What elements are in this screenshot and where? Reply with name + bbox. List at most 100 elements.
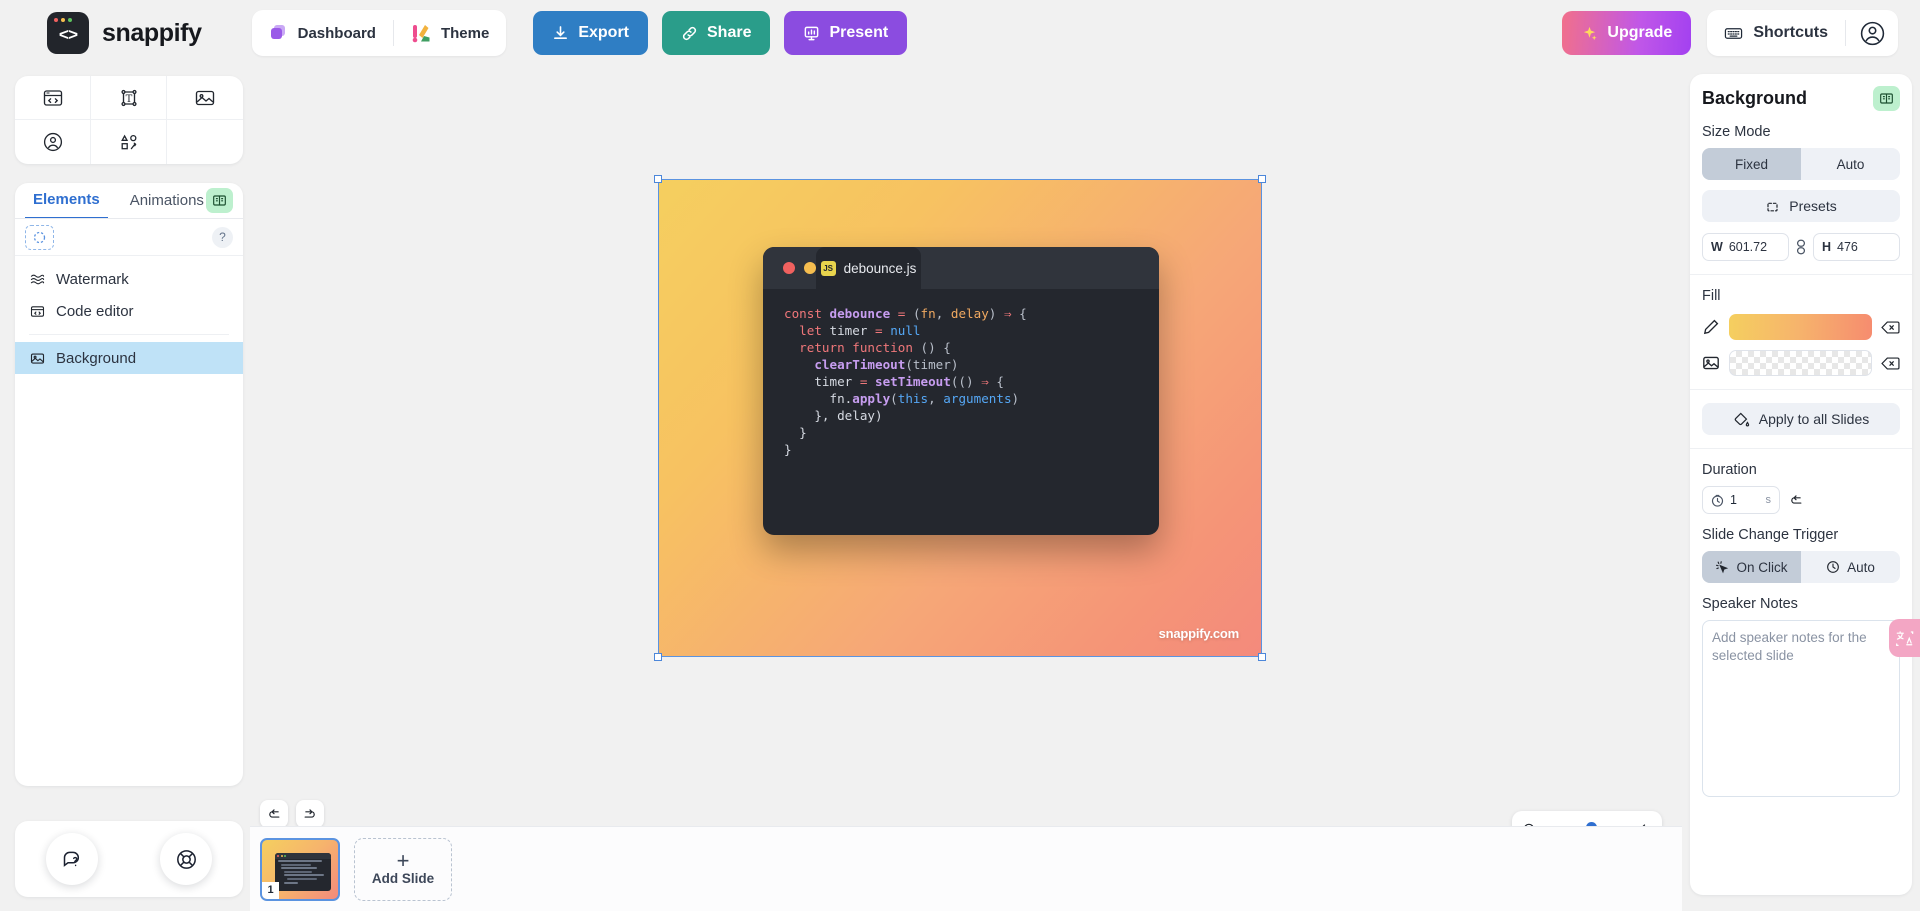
panel-library-button[interactable] [1873, 86, 1900, 111]
presentation-icon [803, 25, 820, 42]
thumbnail-preview [275, 852, 331, 891]
fill-image-swatch[interactable] [1729, 350, 1872, 376]
theme-button[interactable]: Theme [394, 10, 506, 56]
height-label: H [1822, 240, 1832, 254]
slide-watermark: snappify.com [1158, 626, 1240, 641]
undo-button[interactable] [260, 800, 288, 828]
presets-label: Presets [1789, 198, 1837, 214]
code-line: }, delay) [784, 407, 883, 423]
library-book-button[interactable] [206, 188, 233, 213]
image-icon [30, 351, 45, 366]
size-mode-auto[interactable]: Auto [1801, 148, 1900, 180]
width-label: W [1711, 240, 1723, 254]
shapes-tool[interactable] [91, 120, 167, 164]
shortcuts-button[interactable]: Shortcuts [1707, 10, 1845, 56]
support-fab[interactable] [160, 833, 212, 885]
fill-gradient-swatch[interactable] [1729, 314, 1872, 340]
code-line: return function () { [784, 339, 951, 355]
translate-widget-button[interactable] [1889, 619, 1920, 657]
shortcuts-label: Shortcuts [1753, 24, 1828, 41]
present-label: Present [829, 24, 889, 41]
width-input[interactable]: W 601.72 [1702, 233, 1789, 261]
code-content[interactable]: const debounce = (fn, delay) ⇒ { let tim… [763, 289, 1159, 458]
select-placeholder-button[interactable] [25, 224, 54, 250]
export-label: Export [578, 24, 629, 41]
element-item-background[interactable]: Background [15, 342, 243, 374]
element-item-code-editor[interactable]: Code editor [15, 295, 243, 327]
right-sidebar: Background Size Mode Fixed Auto Presets [1682, 66, 1920, 911]
shapes-icon [118, 131, 140, 153]
slide-thumbnail-1[interactable]: 1 [260, 837, 340, 901]
sparkle-icon [1581, 25, 1598, 42]
export-button[interactable]: Export [533, 11, 648, 55]
account-button[interactable] [1846, 10, 1898, 56]
js-file-icon: JS [820, 260, 836, 276]
present-button[interactable]: Present [784, 11, 908, 55]
panel-header: Background [1702, 86, 1900, 111]
element-item-watermark[interactable]: Watermark [15, 263, 243, 295]
code-window[interactable]: JS debounce.js const debounce = (fn, del… [763, 247, 1159, 535]
duration-unit: s [1765, 494, 1772, 506]
fill-label: Fill [1702, 288, 1721, 304]
clear-image-button[interactable] [1881, 356, 1900, 371]
element-label: Watermark [56, 270, 129, 288]
trigger-on-click[interactable]: On Click [1702, 551, 1801, 583]
window-code-icon [30, 304, 45, 319]
duration-input[interactable]: 1 s [1702, 486, 1780, 514]
code-line: fn.apply(this, arguments) [784, 390, 1020, 406]
speaker-notes-input[interactable] [1702, 620, 1900, 797]
duration-reset-button[interactable] [1789, 493, 1803, 507]
slide-canvas[interactable]: JS debounce.js const debounce = (fn, del… [659, 180, 1261, 656]
tab-elements[interactable]: Elements [25, 183, 108, 219]
window-code-icon [42, 87, 64, 109]
resize-handle-top-right[interactable] [1258, 175, 1266, 183]
file-tab[interactable]: JS debounce.js [816, 247, 921, 289]
code-line: } [784, 441, 792, 457]
dashboard-button[interactable]: Dashboard [252, 10, 393, 56]
canvas-area[interactable]: JS debounce.js const debounce = (fn, del… [250, 66, 1682, 911]
brand-name: snappify [102, 18, 202, 47]
share-button[interactable]: Share [662, 11, 771, 55]
upgrade-button[interactable]: Upgrade [1562, 11, 1692, 55]
size-mode-label: Size Mode [1702, 124, 1771, 140]
question-mark-icon: ? [219, 230, 226, 244]
resize-handle-bottom-right[interactable] [1258, 653, 1266, 661]
fill-image-row [1702, 350, 1900, 376]
pencil-icon[interactable] [1702, 318, 1720, 336]
resize-handle-top-left[interactable] [654, 175, 662, 183]
elements-toolbar: ? [15, 219, 243, 256]
clear-fill-button[interactable] [1881, 320, 1900, 335]
thumbnail-titlebar [275, 852, 331, 859]
add-slide-button[interactable]: + Add Slide [354, 837, 452, 901]
user-circle-icon [1859, 20, 1886, 47]
link-icon [681, 25, 698, 42]
trigger-auto[interactable]: Auto [1801, 551, 1900, 583]
text-tool[interactable]: T [91, 76, 167, 120]
upgrade-label: Upgrade [1607, 24, 1673, 41]
help-chat-fab[interactable] [46, 833, 98, 885]
tabs-underline [15, 218, 243, 219]
presets-button[interactable]: Presets [1702, 190, 1900, 222]
code-line: const debounce = (fn, delay) ⇒ { [784, 306, 1027, 321]
height-input[interactable]: H 476 [1813, 233, 1900, 261]
apply-to-all-slides-button[interactable]: Apply to all Slides [1702, 403, 1900, 435]
duration-label: Duration [1702, 462, 1757, 478]
code-editor-tool[interactable] [15, 76, 91, 120]
help-button[interactable]: ? [212, 226, 233, 248]
tab-animations[interactable]: Animations [122, 184, 212, 218]
top-right-group: Upgrade Shortcuts [1562, 10, 1898, 56]
slide-selection[interactable]: JS debounce.js const debounce = (fn, del… [654, 175, 1266, 661]
dashed-circle-icon [33, 231, 46, 244]
dashboard-icon [269, 23, 289, 43]
avatar-tool[interactable] [15, 120, 91, 164]
image-tool[interactable] [167, 76, 243, 120]
elements-divider [29, 334, 229, 335]
size-mode-fixed[interactable]: Fixed [1702, 148, 1801, 180]
theme-label: Theme [440, 24, 490, 42]
redo-button[interactable] [296, 800, 324, 828]
logo-dots [54, 18, 72, 22]
image-icon[interactable] [1702, 354, 1720, 372]
link-chain-icon[interactable] [1795, 239, 1807, 255]
brand: <> snappify [47, 12, 202, 54]
resize-handle-bottom-left[interactable] [654, 653, 662, 661]
